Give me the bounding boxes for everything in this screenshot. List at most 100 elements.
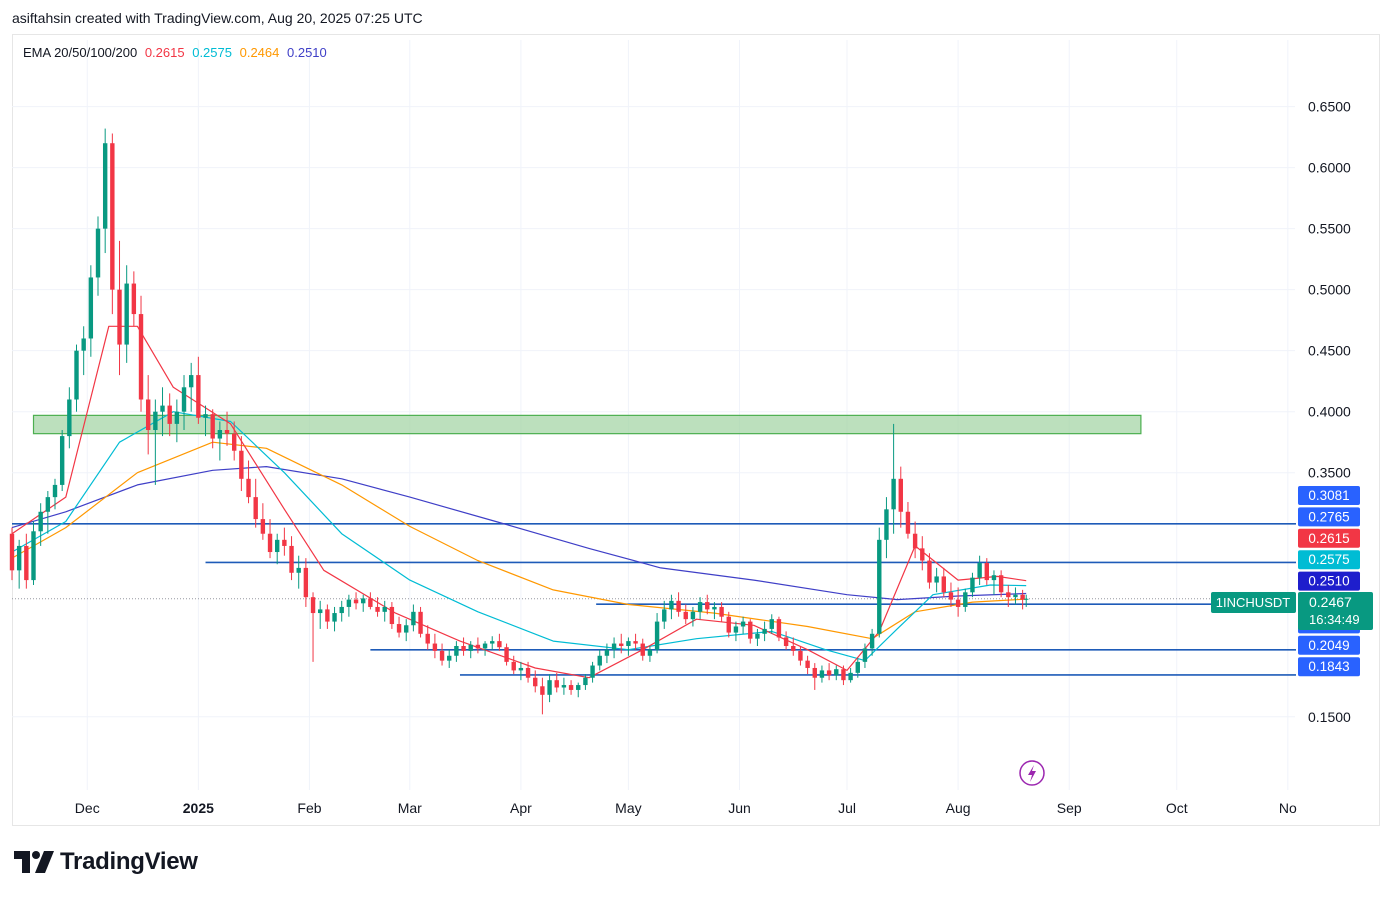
candle-body [432,643,438,651]
price-chart[interactable]: 0.6500 0.6000 0.5500 0.5000 0.4500 0.4000 0.35… [0,0,1392,900]
candle-body [740,621,746,627]
candle [188,362,194,412]
candle [533,670,538,693]
candle-body [124,283,129,345]
x-tick-label: Feb [297,800,321,816]
candle [798,646,803,666]
candle [131,271,137,327]
candle-body [275,539,280,553]
candle [102,128,108,254]
candle [318,600,323,629]
lightning-icon[interactable] [1019,760,1045,786]
candle [769,614,774,634]
candle-body [568,685,574,690]
candle-body [920,548,925,561]
candle-body [145,399,151,430]
candle [45,491,51,534]
candle-body [110,143,115,290]
candle [755,628,760,646]
tradingview-logo[interactable]: TradingView [14,848,198,876]
candle [52,478,58,510]
candle [948,582,954,607]
candle [439,643,445,666]
candle [425,625,430,650]
candle [654,613,660,654]
candle [368,592,373,610]
candle-body [353,599,359,604]
y-tick-label: 0.4500 [1308,343,1351,359]
ema50-value: 0.2575 [192,45,232,60]
candle [597,649,602,671]
candle-body [697,602,703,612]
candle-body [418,611,423,634]
candle-body [160,405,165,412]
candle [611,637,617,659]
candle-body [669,600,674,610]
candle-body [905,511,911,534]
candle-body [188,375,194,388]
candle-body [934,576,939,583]
candle [812,663,817,690]
candle-body [826,670,832,676]
candle-body [525,667,531,678]
candle-body [296,567,301,573]
candle [912,521,918,559]
candle-body [117,289,122,345]
candle [762,621,767,642]
candle [920,536,925,571]
candle [411,604,416,632]
candle-body [518,667,524,671]
ema100-value: 0.2464 [239,45,280,60]
candle [504,643,509,666]
candle-body [375,606,380,612]
candle [568,680,574,695]
candle-body [719,606,724,617]
candle-body [848,672,853,681]
candle-body [174,411,180,424]
price-label-text: 0.1843 [1308,659,1349,674]
candle [296,555,301,589]
candle-body [1013,594,1018,598]
candle [819,665,825,683]
candle-body [1006,592,1011,598]
candle [490,636,495,650]
candle [196,356,201,424]
candle-body [726,616,731,633]
candle-body [798,650,803,661]
candle-body [647,649,653,656]
candle-body [231,433,237,451]
candle-body [497,641,502,648]
candle [475,637,481,654]
candle [310,592,316,662]
candle [117,240,122,376]
candle-body [791,646,796,651]
candle-body [970,577,975,593]
candle [970,572,975,598]
candle [841,665,846,686]
price-label-text: 0.3081 [1308,488,1349,503]
candle-body [439,650,445,661]
price-label: 0.2765 [1298,507,1360,527]
candle [24,533,29,589]
candle-body [977,563,982,578]
candle [848,667,853,683]
last-price-box: 0.2467 16:34:49 [1298,592,1373,630]
candle [482,641,488,656]
candle [697,597,703,620]
x-tick-label: Jun [728,800,751,816]
candle [346,594,352,617]
candle [554,672,559,693]
price-label: 0.2049 [1298,635,1360,655]
resistance-zone-rect [32,414,1142,435]
candle [561,677,567,695]
candle [461,637,466,656]
price-label-text: 0.2615 [1308,531,1349,546]
candle-body [95,228,101,278]
candle-body [167,405,172,424]
ema200-line [11,466,1027,601]
candle-body [869,633,875,649]
candle [934,567,939,593]
candle-body [611,643,617,650]
brand-name: TradingView [60,848,198,875]
candle [275,533,280,565]
